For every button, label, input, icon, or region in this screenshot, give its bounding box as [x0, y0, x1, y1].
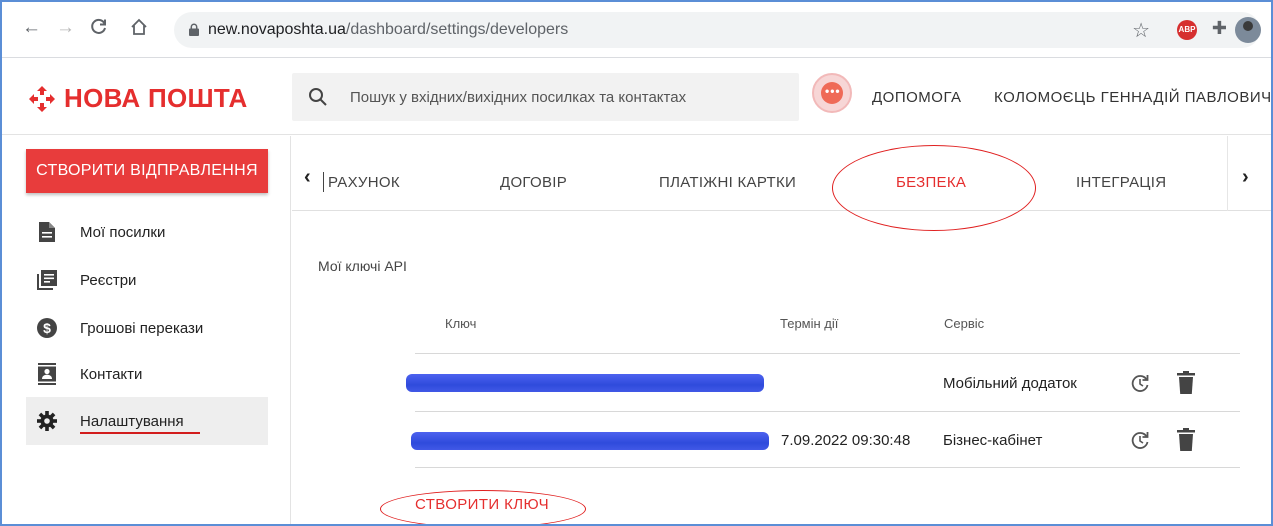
help-link[interactable]: ДОПОМОГА — [872, 89, 962, 106]
create-shipment-button[interactable]: СТВОРИТИ ВІДПРАВЛЕННЯ — [26, 149, 268, 193]
tab-contract[interactable]: ДОГОВІР — [500, 174, 567, 191]
search-icon — [309, 88, 327, 106]
address-bar[interactable]: new.novaposhta.ua/dashboard/settings/dev… — [174, 12, 1260, 48]
help-chat-icon[interactable]: ••• — [812, 73, 852, 113]
table-cell-expiry: 7.09.2022 09:30:48 — [781, 432, 911, 449]
column-header-expiry: Термін дії — [780, 316, 839, 331]
table-divider — [415, 353, 1240, 354]
lock-icon — [189, 23, 199, 36]
nova-poshta-logo-icon — [29, 85, 55, 112]
column-header-service: Сервіс — [944, 316, 985, 331]
reload-icon[interactable] — [90, 18, 108, 41]
refresh-key-icon[interactable] — [1129, 372, 1151, 399]
registry-icon — [36, 269, 58, 291]
tab-edge-divider — [1227, 136, 1228, 211]
contact-icon — [36, 363, 58, 385]
tab-integration[interactable]: ІНТЕГРАЦІЯ — [1076, 174, 1166, 191]
delete-key-icon[interactable] — [1177, 371, 1195, 399]
table-cell-service: Мобільний додаток — [943, 375, 1077, 392]
sidebar-item-label: Контакти — [80, 365, 143, 383]
sidebar: СТВОРИТИ ВІДПРАВЛЕННЯ Мої посилки Реєстр… — [2, 136, 291, 524]
bookmark-star-icon[interactable]: ☆ — [1132, 18, 1150, 43]
forward-arrow-icon[interactable]: → — [56, 18, 75, 38]
sidebar-item-registries[interactable]: Реєстри — [26, 256, 268, 304]
table-cell-service: Бізнес-кабінет — [943, 432, 1043, 449]
section-title: Мої ключі API — [318, 258, 407, 274]
annotation-circle-create-key — [380, 490, 586, 524]
settings-tabs: ‹ РАХУНОК ДОГОВІР ПЛАТІЖНІ КАРТКИ БЕЗПЕК… — [292, 136, 1271, 211]
adblock-extension-icon[interactable]: ABP — [1177, 20, 1197, 40]
tab-payment-cards[interactable]: ПЛАТІЖНІ КАРТКИ — [659, 174, 796, 191]
url-text: new.novaposhta.ua/dashboard/settings/dev… — [208, 21, 569, 38]
sidebar-item-contacts[interactable]: Контакти — [26, 350, 268, 398]
sidebar-item-label: Грошові перекази — [80, 319, 204, 337]
extensions-puzzle-icon[interactable]: ✚ — [1212, 18, 1227, 39]
svg-text:$: $ — [43, 320, 51, 336]
tabs-next-arrow[interactable]: › — [1242, 166, 1249, 189]
tab-account[interactable]: РАХУНОК — [328, 174, 400, 191]
annotation-circle-security — [832, 145, 1036, 231]
document-icon — [36, 221, 58, 243]
search-input[interactable] — [350, 85, 780, 109]
user-name[interactable]: КОЛОМОЄЦЬ ГЕННАДІЙ ПАВЛОВИЧ — [994, 89, 1271, 106]
logo-text: НОВА ПОШТА — [64, 83, 248, 113]
sidebar-item-settings[interactable]: Налаштування — [26, 397, 268, 445]
back-arrow-icon[interactable]: ← — [22, 18, 41, 38]
tab-divider — [323, 172, 324, 192]
tabs-prev-arrow[interactable]: ‹ — [304, 166, 311, 189]
refresh-key-icon[interactable] — [1129, 429, 1151, 456]
sidebar-item-money-transfers[interactable]: $ Грошові перекази — [26, 304, 268, 352]
sidebar-item-label: Мої посилки — [80, 223, 166, 241]
app-header: НОВА ПОШТА ••• ДОПОМОГА КОЛОМОЄЦЬ ГЕННАД… — [2, 59, 1271, 135]
table-divider — [415, 467, 1240, 468]
gear-icon — [36, 410, 58, 432]
annotation-underline — [80, 432, 200, 434]
dollar-icon: $ — [36, 317, 58, 339]
column-header-key: Ключ — [445, 316, 477, 331]
browser-toolbar: ← → new.novaposhta.ua/dashboard/settings… — [2, 2, 1271, 58]
redacted-key — [411, 432, 769, 450]
profile-avatar[interactable] — [1235, 17, 1261, 43]
table-divider — [415, 411, 1240, 412]
sidebar-item-label: Реєстри — [80, 271, 137, 289]
search-box — [292, 73, 799, 121]
sidebar-item-label: Налаштування — [80, 412, 184, 430]
delete-key-icon[interactable] — [1177, 428, 1195, 456]
browser-window: ← → new.novaposhta.ua/dashboard/settings… — [0, 0, 1273, 526]
home-icon[interactable] — [130, 18, 148, 41]
redacted-key — [406, 374, 764, 392]
brand-logo[interactable]: НОВА ПОШТА — [28, 83, 248, 114]
sidebar-item-parcels[interactable]: Мої посилки — [26, 208, 268, 256]
